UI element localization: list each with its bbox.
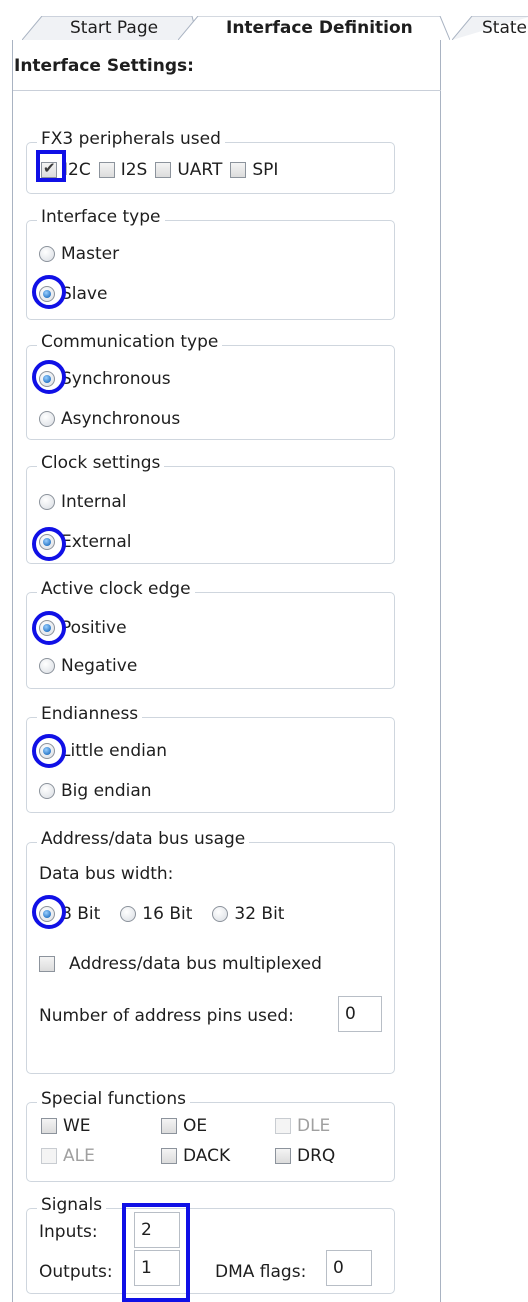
clock-edge-group: Active clock edge Positive Negative	[26, 579, 395, 689]
bus-usage-legend: Address/data bus usage	[37, 829, 250, 849]
8-bit-highlight	[32, 895, 66, 929]
bus-usage-group: Address/data bus usage Data bus width: 8…	[26, 829, 395, 1074]
tab-label: Interface Definition	[226, 18, 413, 38]
outputs-label: Outputs:	[39, 1262, 113, 1282]
internal-radio[interactable]	[39, 494, 55, 510]
big-endian-label: Big endian	[61, 781, 152, 801]
master-radio[interactable]	[39, 246, 55, 262]
16-bit-label: 16 Bit	[142, 904, 193, 924]
tab-start-page[interactable]: Start Page	[22, 16, 198, 40]
positive-label: Positive	[61, 618, 127, 638]
big-endian-radio[interactable]	[39, 783, 55, 799]
ale-checkbox[interactable]	[41, 1148, 57, 1164]
8-bit-label: 8 Bit	[61, 904, 101, 924]
bus-multiplexed-label: Address/data bus multiplexed	[69, 954, 322, 974]
uart-label: UART	[177, 160, 223, 180]
peripherals-legend: FX3 peripherals used	[37, 129, 225, 149]
synchronous-highlight	[32, 360, 66, 394]
signals-legend: Signals	[37, 1195, 107, 1215]
panel-title-divider	[13, 90, 441, 91]
drq-checkbox[interactable]	[275, 1148, 291, 1164]
oe-checkbox[interactable]	[161, 1118, 177, 1134]
dma-flags-field[interactable]: 0	[326, 1250, 372, 1286]
asynchronous-radio[interactable]	[39, 411, 55, 427]
internal-label: Internal	[61, 492, 127, 512]
positive-highlight	[32, 611, 66, 645]
negative-label: Negative	[61, 656, 138, 676]
clock-edge-legend: Active clock edge	[37, 579, 195, 599]
ale-label: ALE	[63, 1146, 95, 1166]
clock-settings-group: Clock settings Internal External	[26, 453, 395, 564]
tab-label: Start Page	[70, 18, 159, 38]
master-label: Master	[61, 244, 120, 264]
external-label: External	[61, 532, 132, 552]
16-bit-radio[interactable]	[120, 906, 137, 922]
tab-label: State	[482, 18, 527, 38]
communication-type-group: Communication type Synchronous Asynchron…	[26, 332, 395, 440]
we-checkbox[interactable]	[41, 1118, 57, 1134]
data-bus-width-label: Data bus width:	[39, 864, 174, 884]
special-functions-legend: Special functions	[37, 1089, 190, 1109]
drq-label: DRQ	[297, 1146, 336, 1166]
we-label: WE	[63, 1116, 91, 1136]
communication-type-legend: Communication type	[37, 332, 223, 352]
spi-checkbox[interactable]	[230, 162, 247, 178]
slave-highlight	[32, 275, 66, 309]
interface-type-legend: Interface type	[37, 207, 165, 227]
endianness-legend: Endianness	[37, 704, 143, 724]
tab-interface-definition[interactable]: Interface Definition	[178, 16, 450, 40]
asynchronous-label: Asynchronous	[61, 409, 181, 429]
oe-label: OE	[183, 1116, 208, 1136]
dma-flags-label: DMA flags:	[215, 1262, 307, 1282]
external-highlight	[32, 527, 66, 561]
panel-title: Interface Settings:	[14, 56, 194, 76]
uart-checkbox[interactable]	[155, 162, 172, 178]
special-functions-group: Special functions WE OE DLE ALE DACK DRQ	[26, 1089, 395, 1182]
peripherals-group: FX3 peripherals used I2C I2S UART SPI	[26, 129, 395, 194]
interface-type-group: Interface type Master Slave	[26, 207, 395, 320]
dack-checkbox[interactable]	[161, 1148, 177, 1164]
inputs-label: Inputs:	[39, 1222, 98, 1242]
synchronous-label: Synchronous	[61, 369, 171, 389]
endianness-group: Endianness Little endian Big endian	[26, 704, 395, 813]
little-endian-label: Little endian	[61, 741, 168, 761]
little-endian-highlight	[32, 734, 66, 768]
i2s-label: I2S	[120, 160, 148, 180]
clock-settings-legend: Clock settings	[37, 453, 165, 473]
32-bit-radio[interactable]	[212, 906, 229, 922]
i2s-checkbox[interactable]	[98, 162, 115, 178]
32-bit-label: 32 Bit	[234, 904, 285, 924]
i2c-highlight	[36, 150, 66, 182]
signals-highlight	[122, 1203, 190, 1302]
spi-label: SPI	[252, 160, 279, 180]
bus-multiplexed-checkbox[interactable]	[39, 956, 55, 972]
dack-label: DACK	[183, 1146, 231, 1166]
tab-bar: Start Page Interface Definition State	[0, 0, 528, 40]
negative-radio[interactable]	[39, 658, 55, 674]
address-pins-input[interactable]: 0	[338, 996, 382, 1032]
dle-label: DLE	[297, 1116, 331, 1136]
dle-checkbox[interactable]	[275, 1118, 291, 1134]
i2c-label: I2C	[63, 160, 91, 180]
slave-label: Slave	[61, 284, 108, 304]
address-pins-label: Number of address pins used:	[39, 1006, 294, 1026]
tab-state[interactable]: State	[452, 16, 528, 40]
